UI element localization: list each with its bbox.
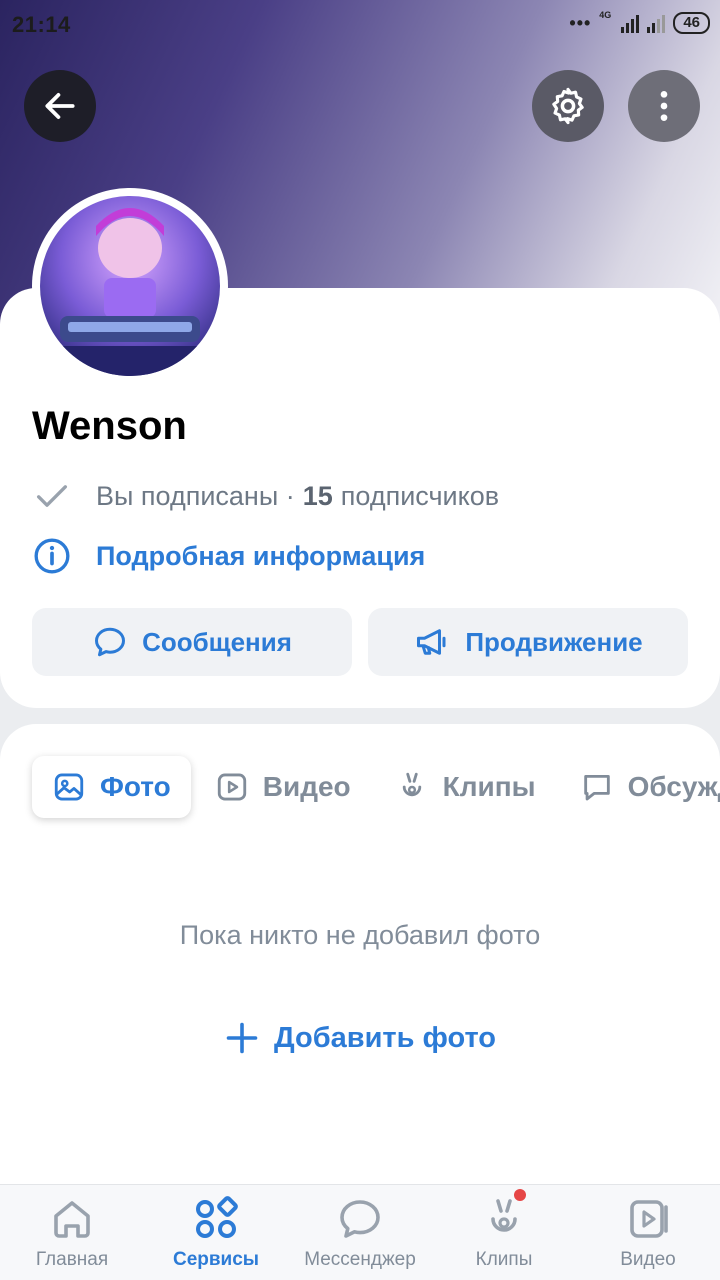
nav-video-label: Видео bbox=[620, 1249, 676, 1270]
status-icons: ••• 4G 46 bbox=[569, 10, 710, 34]
image-icon bbox=[54, 773, 84, 801]
tab-clips-label: Клипы bbox=[442, 771, 536, 802]
add-photo-button[interactable]: Добавить фото bbox=[0, 1020, 720, 1056]
services-icon bbox=[196, 1196, 238, 1238]
tab-video-label: Видео bbox=[262, 771, 351, 802]
avatar-image bbox=[40, 196, 220, 376]
video-icon bbox=[217, 773, 246, 801]
tab-video[interactable]: Видео bbox=[195, 756, 371, 818]
nav-services-label: Сервисы bbox=[172, 1249, 260, 1270]
megaphone-icon bbox=[417, 629, 446, 655]
content-tabs: Фото Видео Клипы Обсуждения bbox=[32, 756, 720, 818]
tab-discussions[interactable]: Обсуждения bbox=[560, 756, 720, 818]
promotion-button[interactable]: Продвижение bbox=[368, 608, 688, 676]
tab-discussions-label: Обсуждения bbox=[627, 771, 720, 802]
status-bar: 21:14 ••• 4G 46 bbox=[0, 0, 720, 50]
battery-indicator: 46 bbox=[673, 12, 710, 34]
discussion-icon bbox=[583, 774, 610, 801]
messages-label: Сообщения bbox=[142, 626, 292, 657]
tab-photo-label: Фото bbox=[100, 771, 171, 802]
profile-name: Wenson bbox=[32, 404, 187, 448]
nav-video[interactable]: Видео bbox=[576, 1185, 720, 1280]
nav-clips[interactable]: Клипы bbox=[432, 1185, 576, 1280]
clips-icon bbox=[491, 1199, 517, 1232]
nav-services[interactable]: Сервисы bbox=[144, 1185, 288, 1280]
subscribers-count: 15 bbox=[302, 480, 333, 511]
message-icon bbox=[95, 627, 126, 657]
bottom-nav: Главная Сервисы Мессенджер Клипы Видео bbox=[0, 1184, 720, 1280]
status-time: 21:14 bbox=[12, 12, 71, 37]
more-button[interactable] bbox=[628, 70, 700, 142]
signal-2-icon bbox=[647, 13, 666, 33]
notification-dots: ••• bbox=[569, 12, 592, 33]
gear-icon bbox=[552, 87, 584, 125]
signal-icon bbox=[621, 13, 640, 33]
nav-messenger[interactable]: Мессенджер bbox=[288, 1185, 432, 1280]
tab-clips[interactable]: Клипы bbox=[375, 756, 556, 818]
network-type: 4G bbox=[599, 10, 612, 20]
nav-home-label: Главная bbox=[35, 1249, 109, 1270]
settings-button[interactable] bbox=[532, 70, 604, 142]
subscribers-label: подписчиков bbox=[340, 480, 500, 511]
info-icon bbox=[34, 538, 70, 574]
back-button[interactable] bbox=[24, 70, 96, 142]
notification-badge bbox=[514, 1189, 526, 1201]
add-photo-label: Добавить фото bbox=[273, 1021, 497, 1054]
avatar[interactable] bbox=[32, 188, 228, 384]
video-icon bbox=[630, 1200, 668, 1238]
clips-icon bbox=[402, 772, 421, 797]
empty-state-text: Пока никто не добавил фото bbox=[179, 920, 541, 950]
details-link-label: Подробная информация bbox=[96, 540, 426, 571]
nav-clips-label: Клипы bbox=[475, 1249, 533, 1270]
tab-photo[interactable]: Фото bbox=[32, 756, 191, 818]
promotion-label: Продвижение bbox=[465, 626, 643, 657]
check-icon bbox=[37, 485, 68, 507]
messages-button[interactable]: Сообщения bbox=[32, 608, 352, 676]
subscription-status[interactable]: Вы подписаны · 15 подписчиков bbox=[32, 476, 499, 516]
nav-home[interactable]: Главная bbox=[0, 1185, 144, 1280]
chat-icon bbox=[340, 1200, 380, 1238]
arrow-left-icon bbox=[45, 93, 75, 119]
details-link[interactable]: Подробная информация bbox=[32, 536, 425, 576]
subscribed-label: Вы подписаны · bbox=[96, 480, 295, 511]
photos-section: Фото Видео Клипы Обсуждения Пока никто н… bbox=[0, 724, 720, 1184]
home-icon bbox=[54, 1201, 90, 1238]
plus-icon bbox=[226, 1022, 258, 1054]
more-vertical-icon bbox=[660, 91, 668, 121]
nav-messenger-label: Мессенджер bbox=[304, 1249, 416, 1270]
